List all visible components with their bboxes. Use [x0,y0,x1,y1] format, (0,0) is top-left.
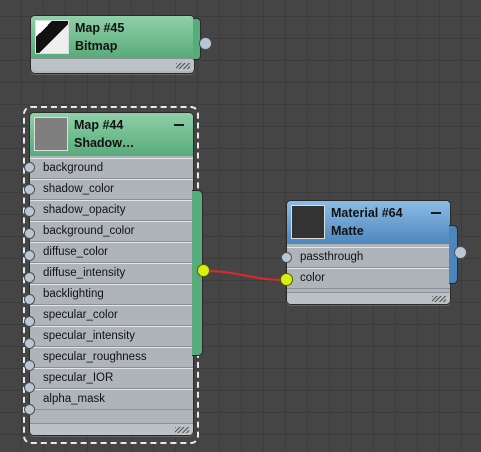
input-row-shadow-opacity[interactable]: shadow_opacity [30,200,193,221]
input-port[interactable] [24,404,35,415]
input-row-backlighting[interactable]: backlighting [30,284,193,305]
input-port[interactable] [24,382,35,393]
dark-swatch-thumbnail [291,205,325,239]
map44-header[interactable]: Map #44 Shadow… [30,113,193,156]
input-label: specular_intensity [43,330,136,342]
gray-swatch-thumbnail [34,117,68,151]
map45-node[interactable]: Map #45 Bitmap [30,15,195,74]
map45-header[interactable]: Map #45 Bitmap [31,16,194,58]
input-port-color[interactable] [280,273,293,286]
input-row-alpha-mask[interactable]: alpha_mask [30,389,193,410]
input-row-specular-ior[interactable]: specular_IOR [30,368,193,389]
input-port[interactable] [24,206,35,217]
map44-title: Map #44 [74,118,124,132]
input-label: shadow_opacity [43,204,126,216]
input-port[interactable] [24,228,35,239]
bitmap-thumbnail [35,20,69,54]
input-row-diffuse-intensity[interactable]: diffuse_intensity [30,263,193,284]
input-port[interactable] [24,184,35,195]
resize-grip-icon[interactable] [176,63,190,69]
input-label: background [43,162,104,174]
input-port[interactable] [24,316,35,327]
input-label: diffuse_color [43,246,108,258]
input-label: diffuse_intensity [43,267,126,279]
input-label: specular_color [43,309,118,321]
input-label: color [300,272,325,284]
material64-footer [287,292,450,304]
input-row-specular-intensity[interactable]: specular_intensity [30,326,193,347]
map44-output-port[interactable] [197,264,210,277]
input-port[interactable] [24,250,35,261]
input-port[interactable] [24,162,35,173]
material64-node[interactable]: Material #64 Matte passthrough color [286,200,451,305]
map45-output-port[interactable] [199,37,212,50]
input-row-specular-roughness[interactable]: specular_roughness [30,347,193,368]
input-port[interactable] [24,338,35,349]
map45-title: Map #45 [75,21,125,35]
input-port[interactable] [24,272,35,283]
resize-grip-icon[interactable] [432,296,446,302]
material64-output-port[interactable] [454,246,467,259]
input-row-diffuse-color[interactable]: diffuse_color [30,242,193,263]
input-port[interactable] [24,294,35,305]
map45-subtitle: Bitmap [75,39,118,53]
material64-header[interactable]: Material #64 Matte [287,201,450,244]
collapse-icon[interactable] [431,212,441,214]
input-row-color[interactable]: color [287,268,450,289]
input-label: backlighting [43,288,104,300]
map45-footer [31,58,194,71]
input-row-background-color[interactable]: background_color [30,221,193,242]
input-label: shadow_color [43,183,114,195]
input-label: passthrough [300,251,364,263]
map44-node[interactable]: Map #44 Shadow… background shadow_color … [29,112,194,436]
input-port[interactable] [24,360,35,371]
material64-title: Material #64 [331,206,403,220]
resize-grip-icon[interactable] [175,427,189,433]
input-row-specular-color[interactable]: specular_color [30,305,193,326]
collapse-icon[interactable] [174,124,184,126]
material64-subtitle: Matte [331,224,364,238]
input-label: specular_IOR [43,372,114,384]
input-label: specular_roughness [43,351,147,363]
input-port-passthrough[interactable] [281,252,292,263]
input-row-shadow-color[interactable]: shadow_color [30,179,193,200]
map44-footer [30,423,193,435]
input-row-passthrough[interactable]: passthrough [287,247,450,268]
input-label: background_color [43,225,135,237]
input-label: alpha_mask [43,393,106,405]
map44-subtitle: Shadow… [74,136,135,150]
input-row-background[interactable]: background [30,158,193,179]
